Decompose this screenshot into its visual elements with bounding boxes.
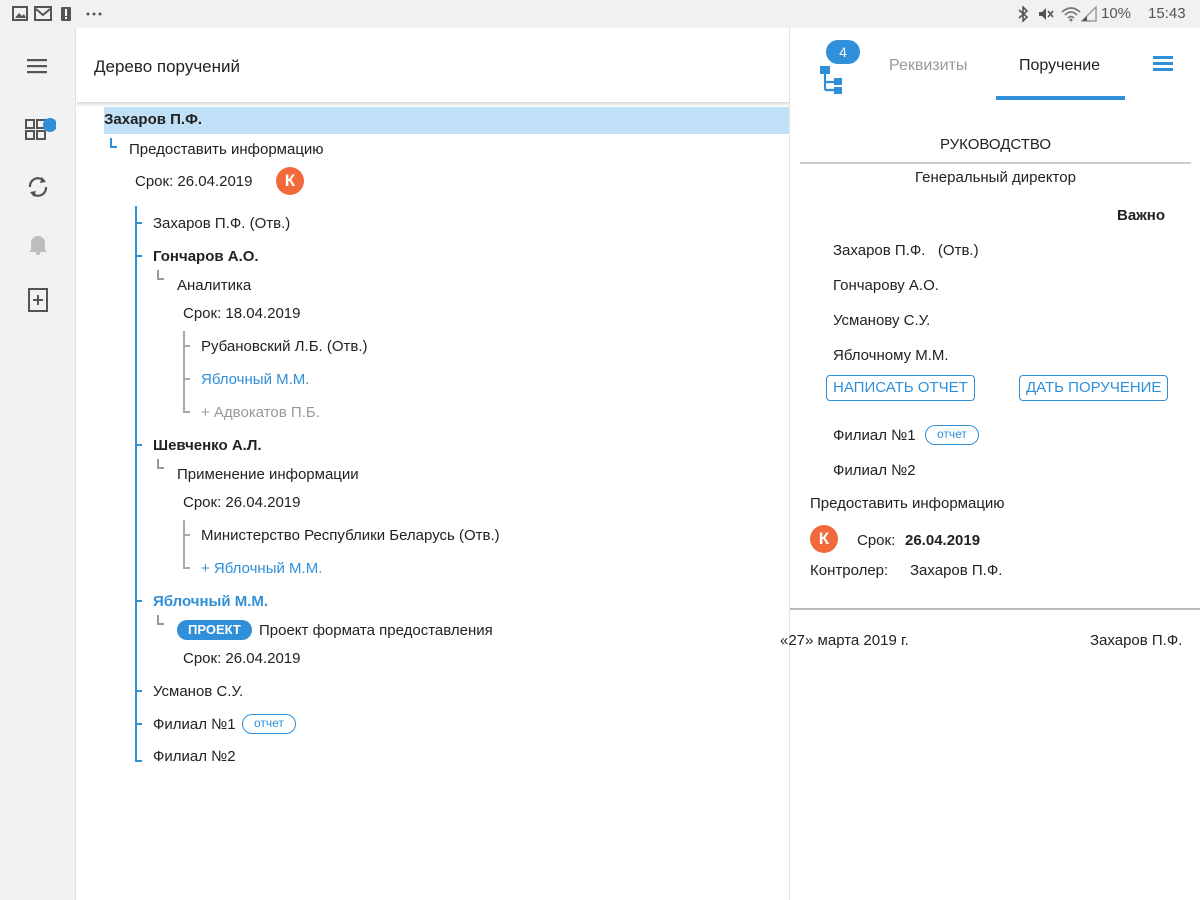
tree-node[interactable]: Шевченко А.Л.: [153, 437, 262, 454]
menu-icon[interactable]: [20, 48, 56, 84]
sync-icon[interactable]: [20, 169, 56, 205]
header-shadow: [77, 102, 789, 106]
tree-subtask[interactable]: Проект формата предоставления: [259, 622, 493, 639]
task-text: Предоставить информацию: [810, 495, 1005, 512]
tree-node[interactable]: Яблочный М.М.: [153, 593, 268, 610]
project-chip: ПРОЕКТ: [177, 620, 252, 640]
tree-connector: [137, 760, 142, 762]
addressee: Яблочному М.М.: [833, 347, 949, 364]
signer-name: Захаров П.Ф.: [1090, 632, 1183, 649]
tree-deadline: Срок: 18.04.2019: [183, 305, 301, 322]
tree-add-node[interactable]: + Яблочный М.М.: [201, 560, 322, 577]
menu-icon[interactable]: [1153, 54, 1175, 74]
tree-root[interactable]: Захаров П.Ф.: [104, 111, 202, 128]
deadline-value: 26.04.2019: [905, 532, 981, 549]
tree-connector: [137, 222, 142, 224]
tree-add-node[interactable]: + Адвокатов П.Б.: [201, 404, 320, 421]
tree-connector: [137, 600, 142, 602]
addressee: Захаров П.Ф. (Отв.): [833, 242, 979, 259]
tree-connector: [157, 459, 164, 469]
tab-details[interactable]: Реквизиты: [889, 57, 967, 75]
gmail-icon: [34, 6, 52, 21]
document-date: «27» марта 2019 г.: [780, 632, 909, 649]
tree-connector: [157, 615, 164, 625]
report-chip[interactable]: отчет: [925, 425, 979, 445]
tree-connector: [185, 534, 190, 536]
tree-deadline: Срок: 26.04.2019: [135, 173, 253, 190]
bell-icon[interactable]: [20, 226, 56, 262]
tree-connector: [185, 345, 190, 347]
count-badge: 4: [826, 40, 860, 64]
mute-icon: [1039, 8, 1054, 20]
tree-connector: [137, 690, 142, 692]
tree-deadline: Срок: 26.04.2019: [183, 494, 301, 511]
importance-label: Важно: [1117, 207, 1166, 224]
status-bar: 10% 15:43: [0, 0, 1200, 28]
give-task-button[interactable]: ДАТЬ ПОРУЧЕНИЕ: [1019, 375, 1169, 401]
wifi-icon: [1061, 7, 1081, 22]
tree-connector: [185, 411, 190, 413]
tree-connector: [137, 255, 142, 257]
controller-value: Захаров П.Ф.: [910, 562, 1003, 579]
addressee: Гончарову А.О.: [833, 277, 939, 294]
app-bar: Дерево поручений: [77, 28, 789, 104]
tree-connector: [185, 567, 190, 569]
report-chip[interactable]: отчет: [242, 714, 296, 734]
tree-connector: [110, 138, 117, 148]
page-title: Дерево поручений: [94, 57, 241, 76]
signal-icon: [1081, 6, 1097, 22]
position-title: Генеральный директор: [915, 169, 1076, 186]
tree-view-button[interactable]: 4: [812, 40, 862, 100]
tree-deadline: Срок: 26.04.2019: [183, 650, 301, 667]
control-badge: К: [810, 525, 838, 553]
tree-task[interactable]: Предоставить информацию: [129, 141, 324, 158]
section-title: РУКОВОДСТВО: [939, 136, 1052, 153]
tree-node[interactable]: Министерство Республики Беларусь (Отв.): [201, 527, 500, 544]
bluetooth-icon: [1018, 6, 1029, 22]
dashboard-icon[interactable]: [20, 112, 56, 148]
tree-node[interactable]: Гончаров А.О.: [153, 248, 259, 265]
detail-panel: 4 Реквизиты Поручение РУКОВОДСТВО Генера…: [780, 28, 1200, 900]
tree-node[interactable]: Яблочный М.М.: [201, 371, 309, 388]
alert-icon: [61, 7, 71, 21]
control-badge: К: [276, 167, 304, 195]
tree-node[interactable]: Филиал №1: [153, 716, 236, 733]
divider: [800, 162, 1191, 164]
addressee: Усманову С.У.: [833, 312, 931, 329]
tree-node[interactable]: Усманов С.У.: [153, 683, 243, 700]
tree-connector: [137, 444, 142, 446]
left-rail: [0, 28, 76, 900]
branch-label: Филиал №1: [833, 427, 916, 444]
tree-node[interactable]: Филиал №2: [153, 748, 236, 765]
tree-subtask[interactable]: Применение информации: [177, 466, 359, 483]
image-icon: [12, 6, 28, 21]
write-report-button[interactable]: НАПИСАТЬ ОТЧЕТ: [826, 375, 975, 401]
add-document-icon[interactable]: [20, 282, 56, 318]
controller-label: Контролер:: [810, 562, 889, 579]
tab-assignment[interactable]: Поручение: [1019, 57, 1100, 75]
tree-connector: [185, 378, 190, 380]
active-tab-indicator: [996, 96, 1125, 100]
tree-branch-line: [183, 331, 185, 413]
branch-label: Филиал №2: [833, 462, 916, 479]
selected-row-highlight[interactable]: [104, 107, 789, 134]
more-icon: [86, 12, 102, 16]
tree-node[interactable]: Рубановский Л.Б. (Отв.): [201, 338, 368, 355]
clock: 15:43: [1148, 5, 1186, 22]
tree-node[interactable]: Захаров П.Ф. (Отв.): [153, 215, 290, 232]
tree-branch-line: [183, 520, 185, 569]
deadline-label: Срок:: [857, 532, 896, 549]
battery-level: 10%: [1101, 5, 1132, 22]
tree-subtask[interactable]: Аналитика: [177, 277, 251, 294]
tree-branch-line: [135, 206, 137, 762]
tree-connector: [157, 270, 164, 280]
divider: [790, 608, 1200, 610]
tree-connector: [137, 723, 142, 725]
